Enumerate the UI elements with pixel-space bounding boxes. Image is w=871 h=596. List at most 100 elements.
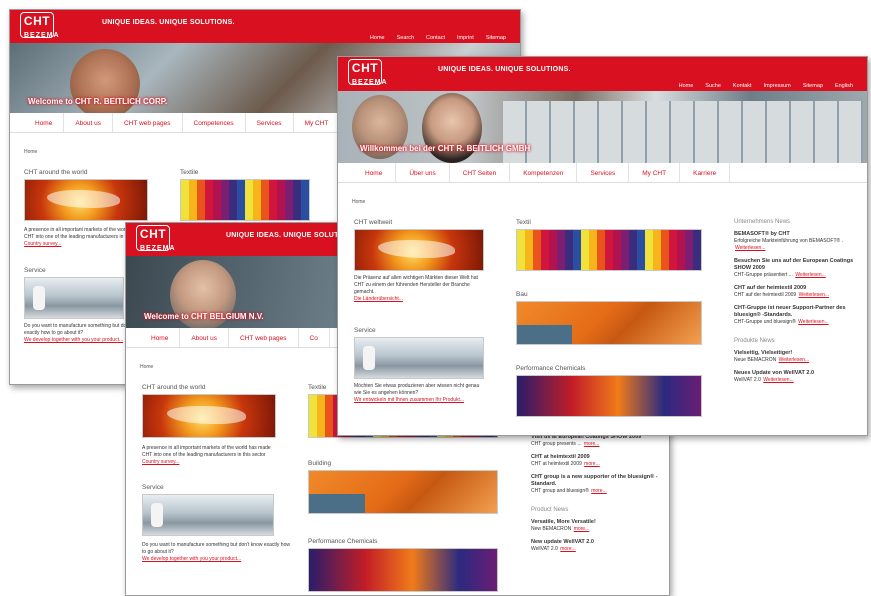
- building-title: Building: [308, 460, 332, 467]
- product-news-title: Product News: [531, 507, 569, 513]
- hero-title: Willkommen bei der CHT R. BEITLICH GMBH: [360, 144, 531, 153]
- company-news-title: Unternehmens News: [734, 219, 791, 225]
- news-text: CHT at heimtextil 2009 more...: [531, 461, 600, 467]
- nav-competences[interactable]: Competences: [183, 113, 246, 132]
- building-image[interactable]: [516, 301, 702, 345]
- product-news-headline: Neues Update von WellVAT 2.0: [734, 370, 815, 376]
- top-nav-search[interactable]: Search: [397, 35, 414, 41]
- top-nav-imprint[interactable]: Imprint: [457, 35, 474, 41]
- news-text: Erfolgreiche Markteinführung von BEMASOF…: [734, 238, 844, 251]
- lab-image[interactable]: [24, 277, 124, 319]
- more-link[interactable]: more...: [584, 441, 600, 447]
- nav-competences[interactable]: Kompetenzen: [510, 163, 578, 182]
- more-link[interactable]: more...: [560, 546, 576, 552]
- news-text: CHT-Gruppe und bluesign® Weiterlesen...: [734, 319, 829, 325]
- top-nav: Home Search Contact Imprint Sitemap: [358, 35, 506, 41]
- nav-cht-web-pages[interactable]: CHT web pages: [113, 113, 183, 132]
- textile-image[interactable]: [516, 229, 702, 271]
- country-survey-link[interactable]: Country survey...: [142, 459, 282, 465]
- product-news-title: Produkte News: [734, 338, 775, 344]
- site-header: CHT BEZEMA UNIQUE IDEAS. UNIQUE SOLUTION…: [10, 10, 520, 43]
- more-link[interactable]: more...: [584, 461, 600, 467]
- nav-services[interactable]: Services: [577, 163, 630, 182]
- slogan: UNIQUE IDEAS. UNIQUE SOLUTIONS.: [438, 66, 571, 73]
- top-nav-sitemap[interactable]: Sitemap: [486, 35, 506, 41]
- top-nav-search[interactable]: Suche: [705, 83, 721, 89]
- nav-careers[interactable]: Karriere: [680, 163, 731, 182]
- site-header: CHT BEZEMA UNIQUE IDEAS. UNIQUE SOLUTION…: [338, 57, 867, 91]
- product-news-headline: Versatile, More Versatile!: [531, 519, 596, 525]
- breadcrumb[interactable]: Home: [352, 199, 867, 205]
- news-title: BEMASOFT® by CHT: [734, 231, 790, 237]
- company-news: Unternehmens News BEMASOFT® by CHT Erfol…: [734, 219, 856, 384]
- performance-title: Performance Chemicals: [516, 365, 586, 372]
- product-news-text: Neue BEMACRON Weiterlesen...: [734, 357, 810, 363]
- read-more-link[interactable]: Weiterlesen...: [779, 357, 809, 363]
- website-window-cht-gmbh: CHT BEZEMA UNIQUE IDEAS. UNIQUE SOLUTION…: [337, 56, 868, 436]
- nav-home[interactable]: Home: [352, 163, 397, 182]
- nav-about-us[interactable]: Über uns: [396, 163, 450, 182]
- read-more-link[interactable]: Weiterlesen...: [763, 377, 793, 383]
- performance-section: Performance Chemicals: [516, 365, 706, 417]
- top-nav-english[interactable]: English: [835, 83, 853, 89]
- company-news: Visit us at European Coatings SHOW 2009 …: [531, 428, 661, 553]
- cht-world-section: CHT around the world A presence in all i…: [142, 384, 282, 465]
- more-link[interactable]: more...: [574, 526, 590, 532]
- nav-my-cht[interactable]: My CHT: [629, 163, 681, 182]
- news-title: CHT group is a new supporter of the blue…: [531, 474, 658, 487]
- performance-image[interactable]: [516, 375, 702, 417]
- top-nav-home[interactable]: Home: [679, 83, 694, 89]
- textile-title: Textil: [516, 219, 531, 226]
- develop-link[interactable]: Wir entwickeln mit Ihnen zusammen Ihr Pr…: [354, 397, 488, 403]
- top-nav-sitemap[interactable]: Sitemap: [803, 83, 823, 89]
- lab-image[interactable]: [142, 494, 274, 536]
- cht-world-text: Die Präsenz auf allen wichtigen Märkten …: [354, 275, 478, 295]
- hero-title: Welcome to CHT BELGIUM N.V.: [144, 312, 264, 321]
- develop-link[interactable]: We develop together with you your produc…: [142, 556, 292, 562]
- world-map-image[interactable]: [24, 179, 148, 221]
- service-section: Service Möchten Sie etwas produzieren ab…: [354, 327, 488, 403]
- nav-cht-web-pages[interactable]: CHT web pages: [229, 328, 299, 347]
- main-nav: Home Über uns CHT Seiten Kompetenzen Ser…: [338, 163, 867, 183]
- nav-about-us[interactable]: About us: [180, 328, 230, 347]
- nav-cht-pages[interactable]: CHT Seiten: [450, 163, 511, 182]
- top-nav-contact[interactable]: Contact: [426, 35, 445, 41]
- news-text: CHT auf der heimtextil 2009 Weiterlesen.…: [734, 292, 830, 298]
- world-map-image[interactable]: [142, 394, 276, 438]
- top-nav-contact[interactable]: Kontakt: [733, 83, 752, 89]
- read-more-link[interactable]: Weiterlesen...: [798, 319, 828, 325]
- top-nav-home[interactable]: Home: [370, 35, 385, 41]
- cht-world-title: CHT around the world: [24, 169, 88, 176]
- news-text: CHT-Gruppe präsentiert ... Weiterlesen..…: [734, 272, 826, 278]
- bau-title: Bau: [516, 291, 528, 298]
- bezema-label: BEZEMA: [24, 32, 60, 39]
- read-more-link[interactable]: Weiterlesen...: [735, 245, 765, 251]
- nav-services[interactable]: Services: [246, 113, 294, 132]
- service-title: Service: [142, 484, 164, 491]
- nav-home[interactable]: Home: [24, 113, 65, 132]
- read-more-link[interactable]: Weiterlesen...: [795, 272, 825, 278]
- news-title: CHT at heimtextil 2009: [531, 454, 590, 460]
- more-link[interactable]: more...: [591, 488, 607, 494]
- world-map-image[interactable]: [354, 229, 484, 271]
- country-overview-link[interactable]: Die Länderübersicht...: [354, 296, 488, 302]
- nav-competences[interactable]: Co: [299, 328, 330, 347]
- service-text: Do you want to manufacture something but…: [142, 542, 290, 555]
- product-news-headline: New update WellVAT 2.0: [531, 539, 594, 545]
- read-more-link[interactable]: Weiterlesen...: [799, 292, 829, 298]
- performance-section: Performance Chemicals: [308, 538, 500, 592]
- news-title: CHT auf der heimtextil 2009: [734, 285, 807, 291]
- news-text: CHT group presents ... more...: [531, 441, 600, 447]
- top-nav-imprint[interactable]: Impressum: [764, 83, 791, 89]
- nav-home[interactable]: Home: [140, 328, 181, 347]
- building-image[interactable]: [308, 470, 498, 514]
- hero-banner: Willkommen bei der CHT R. BEITLICH GMBH: [338, 91, 867, 163]
- performance-image[interactable]: [308, 548, 498, 592]
- nav-my-cht[interactable]: My CHT: [294, 113, 341, 132]
- nav-about-us[interactable]: About us: [64, 113, 114, 132]
- textile-image[interactable]: [180, 179, 310, 221]
- product-news-headline: Vielseitig, Vielseitiger!: [734, 350, 793, 356]
- news-title: CHT-Gruppe ist neuer Support-Partner des…: [734, 305, 846, 318]
- service-section: Service Do you want to manufacture somet…: [142, 484, 292, 562]
- lab-image[interactable]: [354, 337, 484, 379]
